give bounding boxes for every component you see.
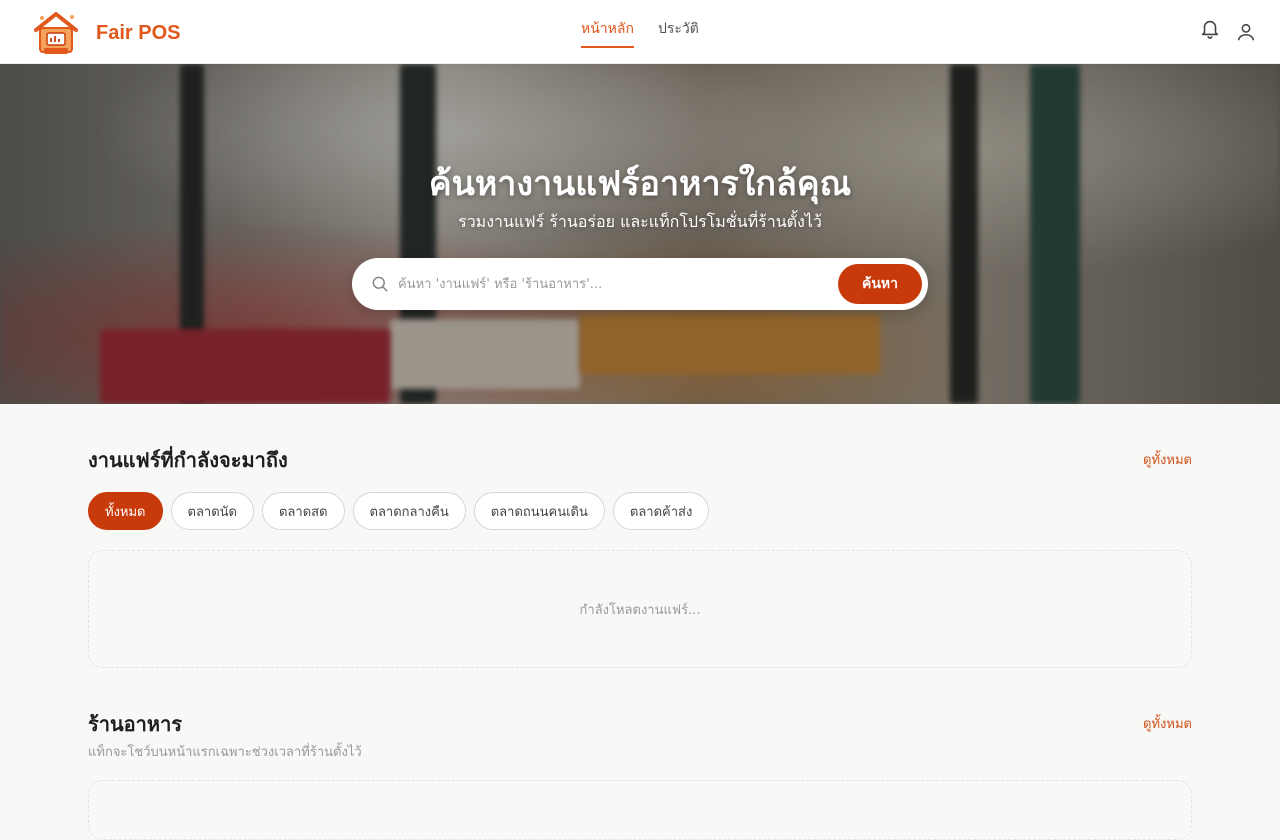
nav-home[interactable]: หน้าหลัก xyxy=(581,18,634,48)
user-icon[interactable] xyxy=(1235,21,1257,43)
fairs-see-all-link[interactable]: ดูทั้งหมด xyxy=(1143,449,1192,470)
fairs-section-title: งานแฟร์ที่กำลังจะมาถึง xyxy=(88,448,288,472)
filter-chip-fresh-market[interactable]: ตลาดสด xyxy=(261,492,345,530)
hero-banner: ค้นหางานแฟร์อาหารใกล้คุณ รวมงานแฟร์ ร้าน… xyxy=(0,64,1280,404)
nav-history[interactable]: ประวัติ xyxy=(658,18,699,48)
filter-chip-walking-street[interactable]: ตลาดถนนคนเดิน xyxy=(473,492,605,530)
filter-chip-night-market[interactable]: ตลาดกลางคืน xyxy=(352,492,466,530)
fair-filter-chips: ทั้งหมด ตลาดนัด ตลาดสด ตลาดกลางคืน ตลาดถ… xyxy=(88,492,710,530)
filter-chip-wholesale[interactable]: ตลาดค้าส่ง xyxy=(612,492,710,530)
search-input[interactable] xyxy=(398,270,828,298)
search-icon xyxy=(372,276,388,292)
filter-chip-all[interactable]: ทั้งหมด xyxy=(88,492,163,530)
hero-subtitle: รวมงานแฟร์ ร้านอร่อย และแท็กโปรโมชั่นที่… xyxy=(458,212,822,231)
brand-name: Fair POS xyxy=(96,21,181,44)
loading-text: กำลังโหลดงานแฟร์... xyxy=(579,602,701,618)
restaurants-list-container xyxy=(88,780,1192,840)
search-bar: ค้นหา xyxy=(352,258,928,310)
restaurants-section-title: ร้านอาหาร xyxy=(88,712,183,736)
main-nav: หน้าหลัก ประวัติ xyxy=(581,18,699,48)
brand[interactable]: Fair POS xyxy=(30,8,180,58)
top-header: Fair POS หน้าหลัก ประวัติ xyxy=(0,0,1280,64)
filter-chip-flea-market[interactable]: ตลาดนัด xyxy=(170,492,254,530)
fair-pos-logo-icon xyxy=(34,12,78,54)
hero-title: ค้นหางานแฟร์อาหารใกล้คุณ xyxy=(428,164,852,204)
bell-icon[interactable] xyxy=(1199,17,1221,39)
fairs-loading-placeholder: กำลังโหลดงานแฟร์... xyxy=(88,550,1192,668)
restaurants-section-subtitle: แท็กจะโชว์บนหน้าแรกเฉพาะช่วงเวลาที่ร้านต… xyxy=(88,745,362,760)
search-button[interactable]: ค้นหา xyxy=(838,264,922,304)
restaurants-see-all-link[interactable]: ดูทั้งหมด xyxy=(1143,713,1192,734)
